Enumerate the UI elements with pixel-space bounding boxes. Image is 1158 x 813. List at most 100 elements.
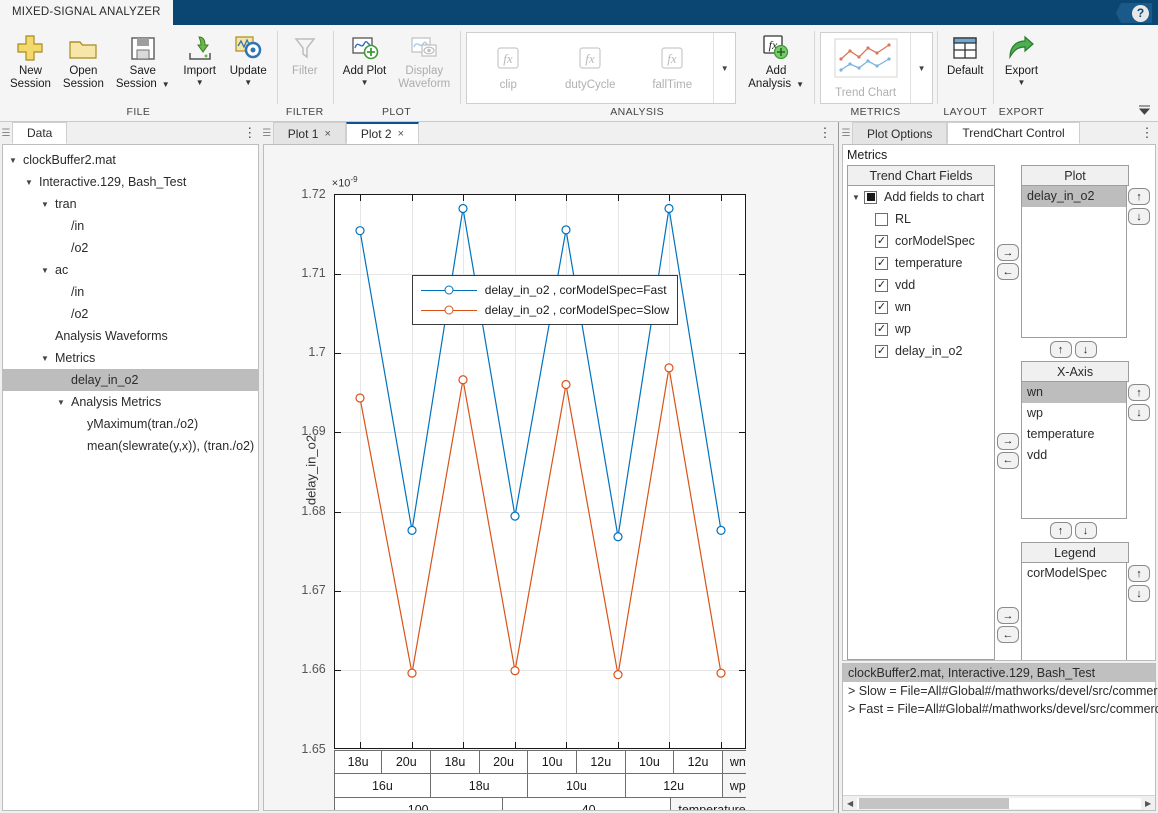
field-row-wn[interactable]: ✓ wn <box>848 296 994 318</box>
trend-chart[interactable]: delay_in_o2 ×10-9 1.72 1.71 1.7 1.69 1.6… <box>263 144 834 811</box>
tree-node-clockbuffer2[interactable]: ▼ clockBuffer2.mat <box>3 149 258 171</box>
plot-move-up-button[interactable]: ↑ <box>1128 188 1150 205</box>
add-analysis-button[interactable]: fx Add Analysis ▼ <box>742 29 810 93</box>
legend-listbox[interactable]: corModelSpec <box>1021 563 1127 661</box>
collapse-ribbon-icon[interactable] <box>1137 103 1152 119</box>
right-panel-menu-icon[interactable]: ⋮ <box>1136 122 1158 144</box>
plot-list-item[interactable]: delay_in_o2 <box>1022 186 1126 207</box>
data-panel-menu-icon[interactable]: ⋮ <box>239 122 261 144</box>
chevron-down-icon[interactable]: ▼ <box>196 78 204 87</box>
analysis-item-clip[interactable]: fx clip <box>467 35 549 101</box>
scrollbar-track[interactable] <box>857 798 1141 809</box>
help-button[interactable]: ? <box>1116 3 1152 23</box>
xaxis-list-item[interactable]: wn <box>1022 382 1126 403</box>
fields-box-body[interactable]: ▼ Add fields to chart RL ✓ corModelSpec <box>847 186 995 660</box>
xaxis-listbox[interactable]: wn wp temperature vdd <box>1021 382 1127 519</box>
checkbox-checked[interactable]: ✓ <box>875 323 888 336</box>
tree-node-ac[interactable]: ▼ ac <box>3 259 258 281</box>
xaxis-shift-down-button[interactable]: ↓ <box>1075 522 1097 539</box>
panel-grip-icon[interactable]: ☰ <box>0 122 12 144</box>
plot-listbox[interactable]: delay_in_o2 <box>1021 186 1127 338</box>
tree-node-analysis-metrics[interactable]: ▼ Analysis Metrics <box>3 391 258 413</box>
analysis-gallery[interactable]: fx clip fx dutyCycle fx fallTime ▼ <box>466 32 736 104</box>
tree-node-tran-o2[interactable]: /o2 <box>3 237 258 259</box>
tree-node-ac-in[interactable]: /in <box>3 281 258 303</box>
tree-node-interactive[interactable]: ▼ Interactive.129, Bash_Test <box>3 171 258 193</box>
update-button[interactable]: Update ▼ <box>224 29 273 89</box>
tree-node-tran[interactable]: ▼ tran <box>3 193 258 215</box>
plot-panel-menu-icon[interactable]: ⋮ <box>814 122 836 144</box>
checkbox-partial[interactable] <box>864 191 877 204</box>
tab-data[interactable]: Data <box>12 122 67 144</box>
xaxis-move-up-button[interactable]: ↑ <box>1128 384 1150 401</box>
chevron-down-icon[interactable]: ▼ <box>162 80 170 89</box>
scroll-left-arrow-icon[interactable]: ◀ <box>843 799 857 808</box>
move-from-xaxis-button[interactable]: ← <box>997 452 1019 469</box>
plot-shift-up-button[interactable]: ↑ <box>1050 341 1072 358</box>
move-to-xaxis-button[interactable]: → <box>997 433 1019 450</box>
tab-trendchart-control[interactable]: TrendChart Control <box>947 122 1079 144</box>
export-button[interactable]: Export ▼ <box>997 29 1045 89</box>
metrics-gallery-expand-button[interactable]: ▼ <box>910 33 932 103</box>
scroll-right-arrow-icon[interactable]: ▶ <box>1141 799 1155 808</box>
save-session-button[interactable]: Save Session ▼ <box>110 29 176 93</box>
open-session-button[interactable]: Open Session <box>57 29 110 93</box>
filter-button[interactable]: Filter <box>281 29 329 80</box>
move-from-plot-button[interactable]: ← <box>997 263 1019 280</box>
checkbox-checked[interactable]: ✓ <box>875 345 888 358</box>
chevron-down-icon[interactable]: ▼ <box>9 156 23 165</box>
xaxis-move-down-button[interactable]: ↓ <box>1128 404 1150 421</box>
field-row-delay-in-o2[interactable]: ✓ delay_in_o2 <box>848 340 994 362</box>
panel-grip-icon[interactable]: ☰ <box>840 122 852 144</box>
metrics-gallery[interactable]: Trend Chart ▼ <box>820 32 933 104</box>
checkbox-unchecked[interactable] <box>875 213 888 226</box>
xaxis-shift-up-button[interactable]: ↑ <box>1050 522 1072 539</box>
chevron-down-icon[interactable]: ▼ <box>852 193 864 202</box>
xaxis-list-item[interactable]: temperature <box>1022 424 1126 445</box>
panel-grip-icon[interactable]: ☰ <box>261 122 273 144</box>
field-row-vdd[interactable]: ✓ vdd <box>848 274 994 296</box>
analysis-item-falltime[interactable]: fx fallTime <box>631 35 713 101</box>
trend-chart-item[interactable]: Trend Chart <box>821 35 910 101</box>
tab-plot-options[interactable]: Plot Options <box>852 122 947 144</box>
import-button[interactable]: Import ▼ <box>176 29 224 89</box>
chevron-down-icon[interactable]: ▼ <box>25 178 39 187</box>
checkbox-checked[interactable]: ✓ <box>875 257 888 270</box>
close-icon[interactable]: × <box>324 123 330 145</box>
chevron-down-icon[interactable]: ▼ <box>41 266 55 275</box>
move-to-plot-button[interactable]: → <box>997 244 1019 261</box>
app-title-tab[interactable]: MIXED-SIGNAL ANALYZER <box>0 0 173 25</box>
fields-root-row[interactable]: ▼ Add fields to chart <box>848 186 994 208</box>
data-tree[interactable]: ▼ clockBuffer2.mat ▼ Interactive.129, Ba… <box>2 144 259 811</box>
display-waveform-button[interactable]: Display Waveform <box>392 29 456 93</box>
field-row-rl[interactable]: RL <box>848 208 994 230</box>
chevron-down-icon[interactable]: ▼ <box>41 354 55 363</box>
tree-node-tran-in[interactable]: /in <box>3 215 258 237</box>
tree-node-metrics[interactable]: ▼ Metrics <box>3 347 258 369</box>
console-horizontal-scrollbar[interactable]: ◀ ▶ <box>843 795 1155 810</box>
tree-node-analysis-waveforms[interactable]: Analysis Waveforms <box>3 325 258 347</box>
chevron-down-icon[interactable]: ▼ <box>244 78 252 87</box>
plot-move-down-button[interactable]: ↓ <box>1128 208 1150 225</box>
default-layout-button[interactable]: Default <box>941 29 989 80</box>
new-session-button[interactable]: New Session <box>4 29 57 93</box>
legend-move-up-button[interactable]: ↑ <box>1128 565 1150 582</box>
tab-plot-2[interactable]: Plot 2 × <box>346 122 419 144</box>
chevron-down-icon[interactable]: ▼ <box>1017 78 1025 87</box>
move-to-legend-button[interactable]: → <box>997 607 1019 624</box>
tree-node-delay-in-o2[interactable]: delay_in_o2 <box>3 369 258 391</box>
move-from-legend-button[interactable]: ← <box>997 626 1019 643</box>
legend-move-down-button[interactable]: ↓ <box>1128 585 1150 602</box>
gallery-expand-button[interactable]: ▼ <box>713 33 735 103</box>
legend-list-item[interactable]: corModelSpec <box>1022 563 1126 584</box>
checkbox-checked[interactable]: ✓ <box>875 235 888 248</box>
chart-legend[interactable]: delay_in_o2 , corModelSpec=Fast delay_in… <box>412 275 678 325</box>
field-row-wp[interactable]: ✓ wp <box>848 318 994 340</box>
chevron-down-icon[interactable]: ▼ <box>57 398 71 407</box>
field-row-temperature[interactable]: ✓ temperature <box>848 252 994 274</box>
chevron-down-icon[interactable]: ▼ <box>41 200 55 209</box>
checkbox-checked[interactable]: ✓ <box>875 279 888 292</box>
tree-node-mean-slewrate[interactable]: mean(slewrate(y,x)), (tran./o2) <box>3 435 258 457</box>
checkbox-checked[interactable]: ✓ <box>875 301 888 314</box>
tab-plot-1[interactable]: Plot 1 × <box>273 122 346 144</box>
